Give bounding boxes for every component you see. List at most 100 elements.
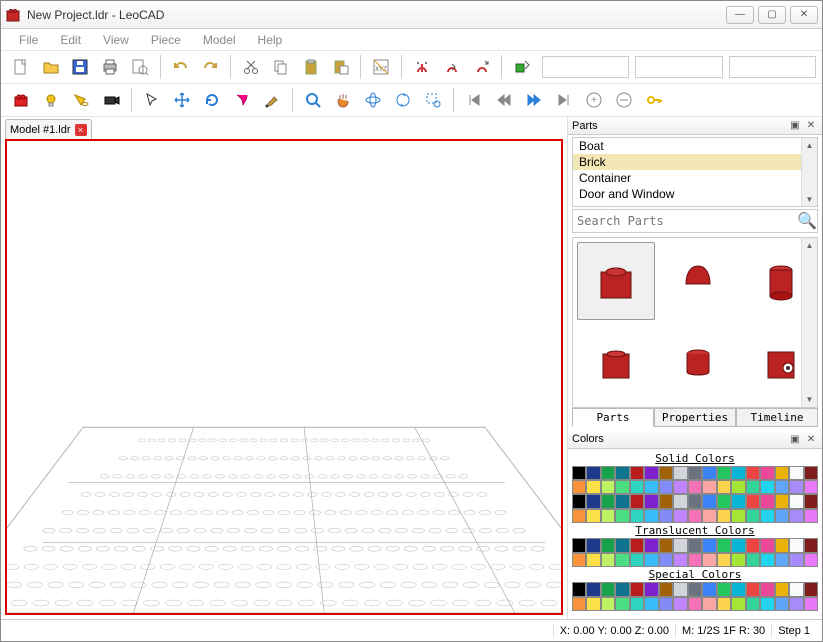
color-swatch[interactable] (746, 480, 760, 494)
last-step-icon[interactable] (550, 86, 578, 114)
color-swatch[interactable] (746, 538, 760, 552)
maximize-button[interactable]: ▢ (758, 6, 786, 24)
new-file-icon[interactable] (7, 53, 35, 81)
close-button[interactable]: ✕ (790, 6, 818, 24)
color-swatch[interactable] (601, 480, 615, 494)
menu-file[interactable]: File (9, 31, 48, 49)
search-icon[interactable]: 🔍 (797, 211, 817, 231)
color-swatch[interactable] (702, 553, 716, 567)
color-swatch[interactable] (804, 553, 818, 567)
color-swatch[interactable] (659, 553, 673, 567)
color-swatch[interactable] (688, 597, 702, 611)
snap-rotate-icon[interactable] (438, 53, 466, 81)
select-tool-icon[interactable] (138, 86, 166, 114)
menu-edit[interactable]: Edit (50, 31, 91, 49)
scroll-up-icon[interactable]: ▲ (802, 238, 817, 252)
color-swatch[interactable] (659, 597, 673, 611)
color-swatch[interactable] (702, 466, 716, 480)
color-swatch[interactable] (760, 480, 774, 494)
color-swatch[interactable] (601, 597, 615, 611)
color-swatch[interactable] (717, 538, 731, 552)
color-swatch[interactable] (717, 480, 731, 494)
color-swatch[interactable] (760, 582, 774, 596)
color-swatch[interactable] (673, 553, 687, 567)
color-swatch[interactable] (731, 597, 745, 611)
color-swatch[interactable] (804, 509, 818, 523)
paste-special-icon[interactable] (327, 53, 355, 81)
menu-help[interactable]: Help (248, 31, 293, 49)
color-swatch[interactable] (673, 494, 687, 508)
color-swatch[interactable] (717, 553, 731, 567)
paste-icon[interactable] (297, 53, 325, 81)
color-swatch[interactable] (586, 553, 600, 567)
color-swatch[interactable] (688, 509, 702, 523)
paint-tool-icon[interactable] (258, 86, 286, 114)
zoom-region-icon[interactable] (419, 86, 447, 114)
color-swatch[interactable] (731, 494, 745, 508)
color-swatch[interactable] (789, 466, 803, 480)
light-icon[interactable] (37, 86, 65, 114)
color-swatch[interactable] (630, 582, 644, 596)
color-swatch[interactable] (804, 538, 818, 552)
color-swatch[interactable] (601, 509, 615, 523)
subtab-timeline[interactable]: Timeline (736, 408, 818, 427)
color-swatch[interactable] (586, 480, 600, 494)
color-swatch[interactable] (688, 494, 702, 508)
color-swatch[interactable] (702, 597, 716, 611)
part-thumbnail[interactable] (659, 242, 737, 320)
color-swatch[interactable] (702, 509, 716, 523)
color-swatch[interactable] (804, 582, 818, 596)
color-swatch[interactable] (673, 466, 687, 480)
color-swatch[interactable] (789, 538, 803, 552)
colors-body[interactable]: Solid ColorsTranslucent ColorsSpecial Co… (572, 451, 818, 620)
print-icon[interactable] (96, 53, 124, 81)
dock-icon[interactable]: ▣ (788, 119, 802, 133)
color-swatch[interactable] (702, 538, 716, 552)
close-panel-icon[interactable]: ✕ (804, 432, 818, 446)
scroll-up-icon[interactable]: ▲ (802, 138, 817, 152)
scroll-down-icon[interactable]: ▼ (802, 192, 817, 206)
color-swatch[interactable] (760, 597, 774, 611)
color-swatch[interactable] (586, 597, 600, 611)
color-swatch[interactable] (601, 466, 615, 480)
color-swatch[interactable] (731, 538, 745, 552)
color-swatch[interactable] (804, 466, 818, 480)
color-swatch[interactable] (688, 553, 702, 567)
color-swatch[interactable] (586, 509, 600, 523)
part-thumbnail[interactable] (659, 324, 737, 402)
color-swatch[interactable] (731, 480, 745, 494)
color-swatch[interactable] (572, 480, 586, 494)
transform-field[interactable] (729, 56, 816, 78)
color-swatch[interactable] (746, 494, 760, 508)
color-swatch[interactable] (644, 480, 658, 494)
category-row[interactable]: Boat (573, 138, 801, 154)
color-swatch[interactable] (673, 480, 687, 494)
color-swatch[interactable] (659, 466, 673, 480)
color-swatch[interactable] (746, 582, 760, 596)
color-swatch[interactable] (615, 538, 629, 552)
copy-icon[interactable] (267, 53, 295, 81)
color-swatch[interactable] (601, 494, 615, 508)
color-swatch[interactable] (673, 597, 687, 611)
pan-tool-icon[interactable] (329, 86, 357, 114)
color-swatch[interactable] (572, 509, 586, 523)
part-thumbnail[interactable] (742, 242, 802, 320)
close-panel-icon[interactable]: ✕ (804, 119, 818, 133)
color-swatch[interactable] (630, 538, 644, 552)
color-swatch[interactable] (615, 494, 629, 508)
part-thumbnail[interactable] (742, 324, 802, 402)
color-swatch[interactable] (644, 509, 658, 523)
key-icon[interactable] (640, 86, 668, 114)
color-swatch[interactable] (789, 480, 803, 494)
orbit-tool-icon[interactable] (359, 86, 387, 114)
color-swatch[interactable] (630, 494, 644, 508)
color-swatch[interactable] (775, 538, 789, 552)
color-swatch[interactable] (601, 582, 615, 596)
color-swatch[interactable] (688, 582, 702, 596)
color-swatch[interactable] (804, 597, 818, 611)
first-step-icon[interactable] (460, 86, 488, 114)
color-swatch[interactable] (659, 480, 673, 494)
camera-icon[interactable] (97, 86, 125, 114)
save-icon[interactable] (67, 53, 95, 81)
brick-icon[interactable] (7, 86, 35, 114)
